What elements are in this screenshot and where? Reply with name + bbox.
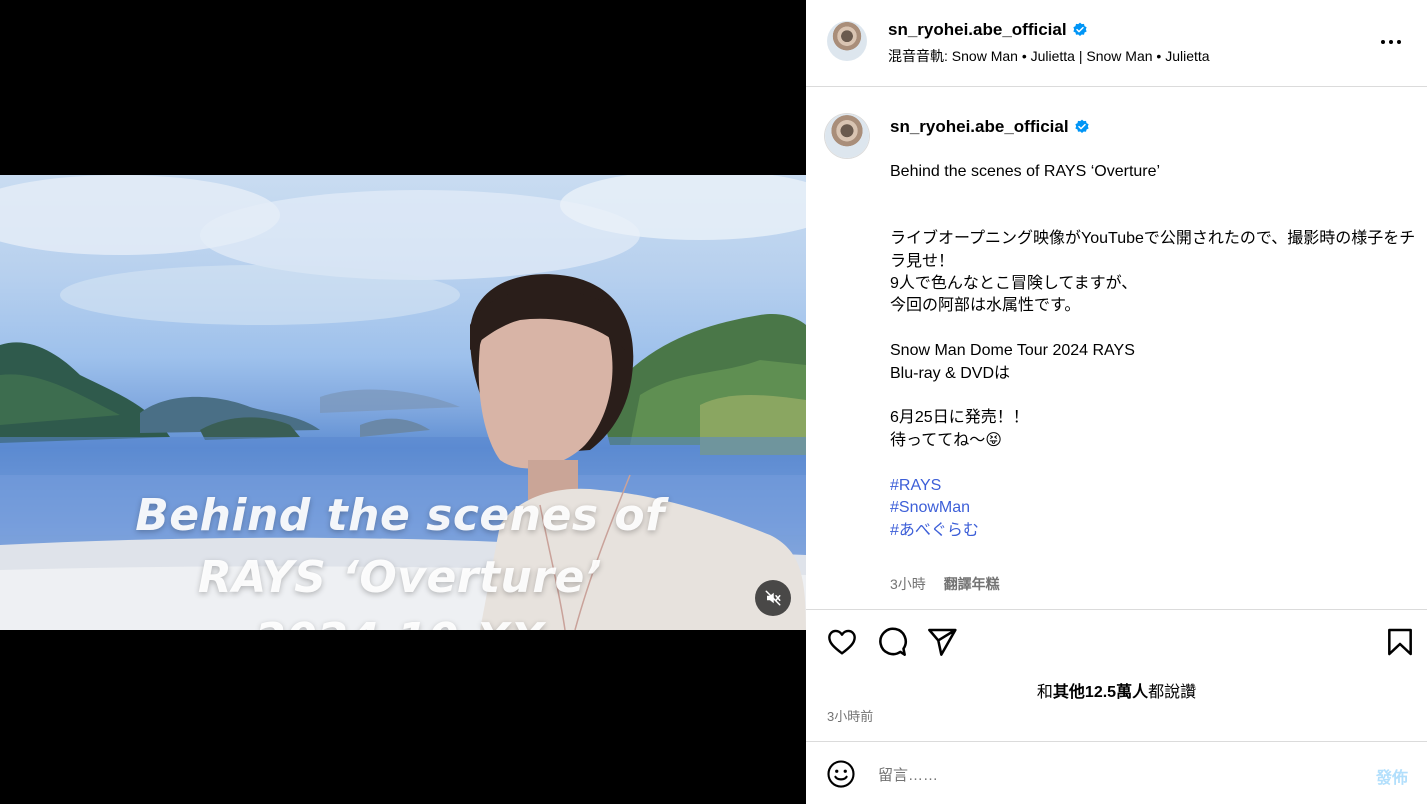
audio-attribution-link[interactable]: 混音音軌: Snow Man • Julietta | Snow Man • J… — [888, 46, 1210, 66]
verified-badge-icon — [1072, 22, 1087, 36]
smiley-icon — [827, 760, 855, 788]
caption-text: Behind the scenes of RAYS ‘Overture’ ライブ… — [890, 163, 1416, 449]
caption-username[interactable]: sn_ryohei.abe_official — [890, 117, 1069, 136]
hashtag-link[interactable]: #あべぐらむ — [890, 520, 1420, 542]
caption-avatar[interactable] — [825, 114, 869, 158]
avatar[interactable] — [827, 21, 867, 61]
share-button[interactable] — [926, 626, 958, 658]
see-translation-button[interactable]: 翻譯年糕 — [944, 576, 1000, 592]
hashtag-link[interactable]: #SnowMan — [890, 497, 1420, 519]
posted-time[interactable]: 3小時前 — [827, 706, 873, 725]
caption-meta: 3小時 翻譯年糕 — [890, 574, 1000, 594]
like-button[interactable] — [826, 626, 858, 658]
overlay-line-1: Behind the scenes of — [135, 490, 665, 541]
bookmark-icon — [1388, 628, 1412, 656]
post-side-panel: sn_ryohei.abe_official 混音音軌: Snow Man • … — [806, 0, 1427, 804]
caption-body: Behind the scenes of RAYS ‘Overture’ ライブ… — [890, 161, 1420, 542]
video-player[interactable]: Behind the scenes of RAYS ‘Overture’ 202… — [0, 175, 806, 630]
speaker-muted-icon — [765, 590, 781, 606]
overlay-line-3: 2024.10.XX — [130, 609, 670, 630]
likes-suffix: 都說讚 — [1148, 684, 1197, 701]
post-comment-button[interactable]: 發佈 — [1376, 764, 1408, 788]
header-username-link[interactable]: sn_ryohei.abe_official — [888, 20, 1088, 40]
likes-prefix: 和 — [1036, 684, 1053, 701]
likes-summary[interactable]: 和其他12.5萬人都說讚 — [806, 678, 1427, 702]
heart-icon — [828, 629, 856, 655]
action-bar — [806, 610, 1427, 674]
more-horizontal-icon — [1381, 40, 1401, 44]
caption-username-link[interactable]: sn_ryohei.abe_official — [890, 117, 1090, 137]
likes-count-link[interactable]: 其他12.5萬人 — [1053, 684, 1148, 701]
comment-composer: 發佈 — [806, 741, 1427, 805]
caption-time[interactable]: 3小時 — [890, 576, 926, 592]
comment-icon — [879, 627, 907, 656]
hashtag-link[interactable]: #RAYS — [890, 475, 1420, 497]
send-icon — [928, 628, 957, 656]
post-header: sn_ryohei.abe_official 混音音軌: Snow Man • … — [806, 0, 1427, 87]
verified-badge-icon — [1074, 119, 1089, 133]
save-button[interactable] — [1384, 626, 1416, 658]
header-username[interactable]: sn_ryohei.abe_official — [888, 20, 1067, 39]
more-options-button[interactable] — [1376, 30, 1406, 54]
caption-section: sn_ryohei.abe_official Behind the scenes… — [806, 87, 1427, 610]
post-media: Behind the scenes of RAYS ‘Overture’ 202… — [0, 0, 806, 804]
comment-button[interactable] — [876, 626, 908, 658]
overlay-line-2: RAYS ‘Overture’ — [197, 552, 603, 603]
emoji-picker-button[interactable] — [826, 759, 856, 789]
mute-button[interactable] — [755, 580, 791, 616]
video-title-overlay: Behind the scenes of RAYS ‘Overture’ 202… — [130, 485, 670, 630]
comment-input[interactable] — [876, 760, 1350, 790]
